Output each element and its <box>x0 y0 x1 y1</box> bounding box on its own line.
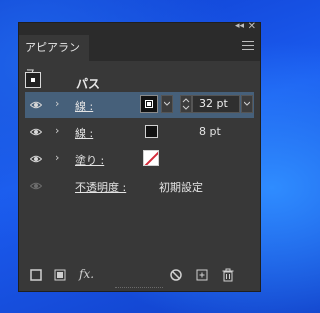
chevron-down-icon <box>164 101 170 106</box>
stroke-color-dropdown[interactable] <box>161 95 173 113</box>
appearance-row-fill[interactable]: › 塗り : <box>25 146 254 172</box>
appearance-row-opacity[interactable]: 不透明度 : 初期設定 <box>25 173 254 199</box>
chevron-down-icon <box>244 101 250 106</box>
chevron-right-icon[interactable]: › <box>55 97 59 110</box>
stroke-color-swatch[interactable] <box>145 125 158 138</box>
up-down-arrows-icon <box>182 98 190 110</box>
add-new-stroke-icon[interactable] <box>29 268 43 282</box>
eye-icon[interactable] <box>30 126 42 138</box>
panel-tabbar: アピアランス <box>19 35 260 80</box>
double-chevron-left-icon[interactable]: ◂◂ <box>235 21 244 31</box>
appearance-row-stroke-2[interactable]: › 線 : 8 pt <box>25 119 254 145</box>
chevron-right-icon[interactable]: › <box>55 124 59 137</box>
resize-grip[interactable] <box>115 287 163 290</box>
appearance-row-stroke-1[interactable]: › 線 : 32 pt <box>25 92 254 118</box>
clear-appearance-icon[interactable] <box>169 268 183 282</box>
delete-icon[interactable] <box>221 268 235 282</box>
stroke-color-swatch[interactable] <box>140 95 158 113</box>
object-type-label: パス <box>76 77 101 91</box>
duplicate-item-icon[interactable] <box>195 268 209 282</box>
panel-titlebar: ◂◂ ✕ <box>19 21 260 35</box>
fill-none-swatch[interactable] <box>143 150 159 166</box>
add-new-fill-icon[interactable] <box>53 268 67 282</box>
tab-appearance[interactable]: アピアランス <box>19 35 89 80</box>
stroke-weight-stepper[interactable] <box>180 95 192 113</box>
stroke-weight-input[interactable]: 32 pt <box>192 95 240 113</box>
object-thumbnail-icon <box>25 72 41 88</box>
eye-icon <box>30 182 42 190</box>
row-label[interactable]: 線 : <box>75 125 93 141</box>
chevron-right-icon[interactable]: › <box>55 151 59 164</box>
close-icon[interactable]: ✕ <box>248 21 256 32</box>
stroke-weight-value[interactable]: 8 pt <box>199 125 221 138</box>
eye-icon[interactable] <box>30 99 42 111</box>
hamburger-menu-icon[interactable] <box>242 41 254 53</box>
row-label[interactable]: 不透明度 : <box>75 179 126 195</box>
appearance-panel: ◂◂ ✕ アピアランス パス › 線 : 32 pt <box>18 21 261 292</box>
stroke-weight-dropdown[interactable] <box>241 95 253 113</box>
row-label[interactable]: 塗り : <box>75 152 104 168</box>
add-new-effect-icon[interactable]: fx. <box>79 267 94 281</box>
opacity-value: 初期設定 <box>159 181 203 194</box>
panel-footer-toolbar: fx. <box>19 261 260 291</box>
eye-icon[interactable] <box>30 153 42 165</box>
row-label[interactable]: 線 : <box>75 98 93 114</box>
